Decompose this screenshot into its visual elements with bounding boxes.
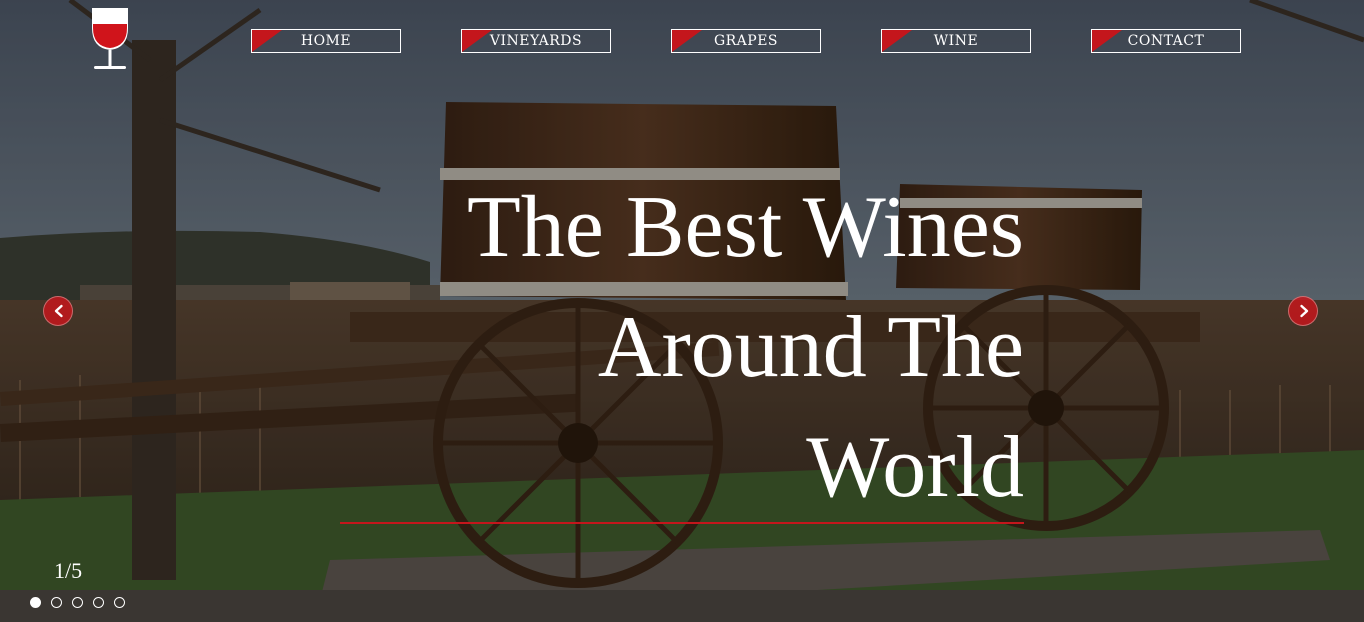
chevron-right-icon: [1300, 304, 1309, 318]
nav-item-label: VINEYARDS: [489, 33, 583, 49]
hero-headline: The Best Wines Around The World: [324, 168, 1024, 528]
nav-item-label: CONTACT: [1127, 33, 1205, 49]
slide-counter: 1/5: [54, 558, 83, 583]
headline-line-1: The Best Wines: [467, 179, 1024, 276]
headline-line-3: World: [806, 419, 1024, 516]
nav-item-contact[interactable]: CONTACT: [1091, 29, 1241, 53]
nav-item-vineyards[interactable]: VINEYARDS: [461, 29, 611, 53]
headline-underline: [340, 522, 1024, 524]
main-navigation: HOME VINEYARDS GRAPES WINE CONTACT: [0, 0, 1364, 60]
headline-line-2: Around The: [597, 299, 1024, 396]
nav-item-label: HOME: [300, 33, 352, 49]
slider-pagination: [30, 593, 130, 608]
nav-item-grapes[interactable]: GRAPES: [671, 29, 821, 53]
chevron-left-icon: [54, 304, 63, 318]
slider-next-button[interactable]: [1288, 296, 1318, 326]
nav-item-label: WINE: [933, 33, 979, 49]
nav-item-wine[interactable]: WINE: [881, 29, 1031, 53]
slider-prev-button[interactable]: [43, 296, 73, 326]
nav-item-label: GRAPES: [713, 33, 779, 49]
nav-item-home[interactable]: HOME: [251, 29, 401, 53]
slider-dot-1[interactable]: [30, 597, 41, 608]
